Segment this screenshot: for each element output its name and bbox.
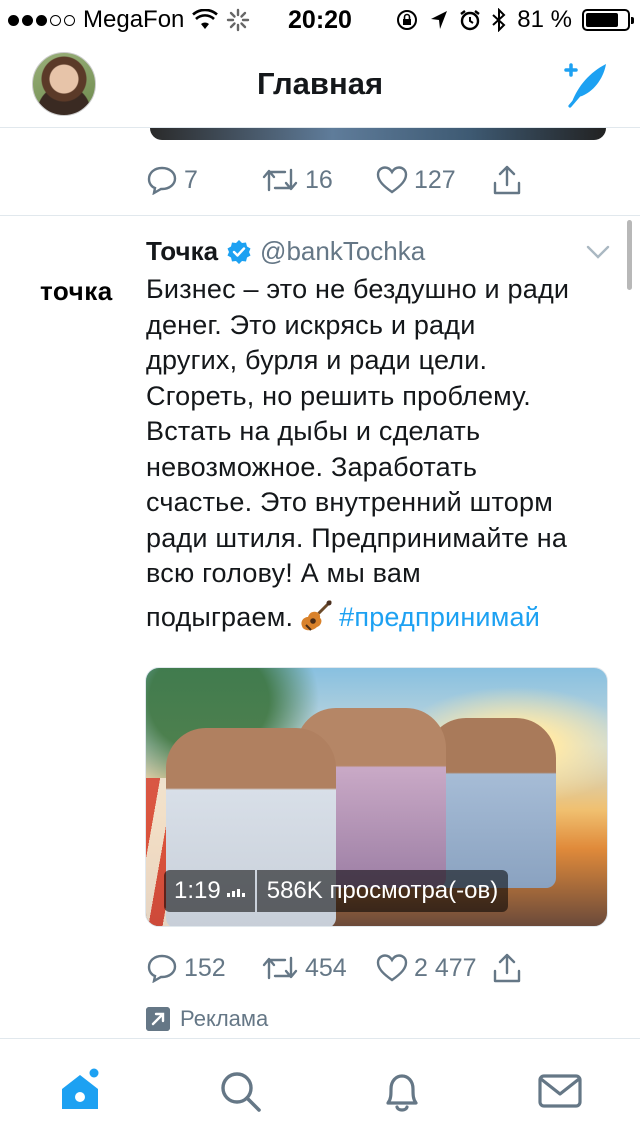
tweet-text-line: всю голову! А мы вам xyxy=(146,558,421,588)
tweet-text-line: других, бурля и ради цели. xyxy=(146,345,488,375)
page-title: Главная xyxy=(256,66,384,101)
like-icon xyxy=(376,166,408,194)
navigation-bar: Главная xyxy=(0,40,640,128)
tweet-text-line: счастье. Это внутренний шторм xyxy=(146,487,553,517)
search-icon[interactable] xyxy=(216,1067,264,1115)
tweet-text-line: невозможное. Заработать xyxy=(146,451,478,482)
orientation-lock-icon xyxy=(397,10,418,30)
tweet-text-line: Сгореть, но решить проблему. xyxy=(146,380,531,411)
like-icon xyxy=(376,954,408,982)
status-bar: MegaFon 20:20 81 % xyxy=(0,0,640,40)
like-button[interactable]: 2 477 xyxy=(376,953,491,983)
tweet-header: Точка @bankTochka xyxy=(146,236,425,267)
bluetooth-icon xyxy=(492,8,506,32)
scrollbar[interactable] xyxy=(627,220,632,290)
like-count: 127 xyxy=(414,165,456,194)
tweet-text-line: Бизнес – это не бездушно и ради xyxy=(146,274,570,304)
reply-count: 152 xyxy=(184,953,226,982)
author-handle[interactable]: @bankTochka xyxy=(260,236,425,267)
messages-icon[interactable] xyxy=(536,1067,584,1115)
brand-logo[interactable]: точка xyxy=(40,276,113,307)
author-name[interactable]: Точка xyxy=(146,236,218,267)
tab-bar xyxy=(0,1038,640,1136)
tweet-text-line: подыграем. xyxy=(146,601,294,632)
share-button[interactable] xyxy=(491,164,606,196)
promoted-label[interactable]: Реклама xyxy=(146,1006,268,1032)
retweet-count: 16 xyxy=(305,165,333,194)
reply-button[interactable]: 7 xyxy=(146,165,261,195)
promoted-text: Реклама xyxy=(180,1006,269,1031)
notifications-icon[interactable] xyxy=(378,1067,426,1115)
compose-tweet-icon[interactable] xyxy=(556,56,612,112)
retweet-button[interactable]: 454 xyxy=(261,954,376,983)
previous-tweet-actions: 7 16 127 xyxy=(146,160,606,200)
battery-percent: 81 % xyxy=(517,6,572,33)
reply-icon xyxy=(147,166,177,195)
retweet-icon xyxy=(262,168,298,192)
location-icon xyxy=(431,11,448,29)
home-icon[interactable] xyxy=(56,1067,104,1115)
guitar-emoji xyxy=(301,600,332,631)
share-icon xyxy=(493,165,521,195)
video-view-count: 586K просмотра(-ов) xyxy=(266,877,499,904)
tweet-text-line: денег. Это искрясь и ради xyxy=(146,309,476,340)
tweet-actions: 152 454 2 477 xyxy=(146,948,606,988)
chevron-down-icon[interactable] xyxy=(586,244,610,260)
reply-button[interactable]: 152 xyxy=(146,953,261,983)
audio-bars-icon xyxy=(226,885,245,897)
hashtag-link[interactable]: #предпринимай xyxy=(339,600,540,636)
battery-icon xyxy=(582,9,634,31)
retweet-count: 454 xyxy=(305,953,347,982)
verified-badge-icon xyxy=(227,239,251,264)
retweet-icon xyxy=(262,956,298,980)
promoted-arrow-icon xyxy=(146,1007,170,1031)
video-info-overlay: 1:19 586K просмотра(-ов) xyxy=(164,870,509,912)
video-duration: 1:19 xyxy=(174,877,221,904)
tweet-text-line: ради штиля. Предпринимайте на xyxy=(146,522,568,553)
tweet-text-line: Встать на дыбы и сделать xyxy=(146,416,481,446)
tweet-divider xyxy=(0,215,640,216)
tweet-text: Бизнес – это не бездушно и ради денег. Э… xyxy=(146,272,616,635)
retweet-button[interactable]: 16 xyxy=(261,166,376,195)
share-icon xyxy=(493,953,521,983)
alarm-icon xyxy=(460,10,481,31)
reply-icon xyxy=(147,954,177,983)
reply-count: 7 xyxy=(184,165,198,194)
share-button[interactable] xyxy=(491,952,606,984)
like-count: 2 477 xyxy=(414,953,477,982)
previous-tweet-media[interactable] xyxy=(150,128,606,140)
like-button[interactable]: 127 xyxy=(376,165,491,195)
video-player[interactable]: 1:19 586K просмотра(-ов) xyxy=(145,667,608,927)
